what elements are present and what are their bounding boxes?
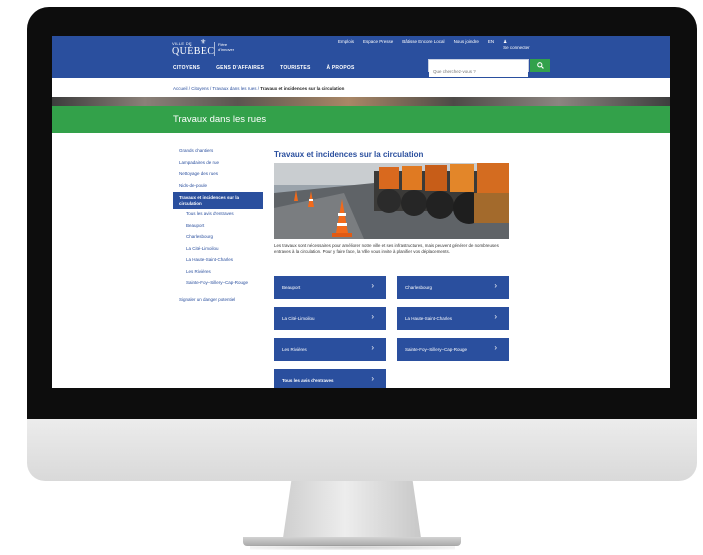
website-screen: VILLE DE ⚜ QUÉBEC Fière d'innover Emploi… <box>52 36 670 388</box>
logo-tagline-2: d'innover <box>218 47 235 52</box>
tile-label: La Cité-Limoilou <box>282 316 315 321</box>
link-se-connecter-label: Se connecter <box>503 45 530 50</box>
breadcrumb: Accueil / Citoyens / Travaux dans les ru… <box>173 86 344 91</box>
intro-text: Les travaux sont nécessaires pour amélio… <box>274 243 499 254</box>
tile-label: Beauport <box>282 285 301 290</box>
chevron-right-icon: › <box>371 374 374 383</box>
sidebar-item-cite-limoilou[interactable]: La Cité-Limoilou <box>173 244 263 256</box>
link-espace-presse[interactable]: Espace Presse <box>363 39 393 50</box>
search-icon <box>536 62 544 69</box>
tile-label: Charlesbourg <box>405 285 433 290</box>
link-se-connecter[interactable]: ♟ Se connecter <box>503 39 530 50</box>
chevron-right-icon: › <box>494 312 497 321</box>
main-navigation: CITOYENS GENS D'AFFAIRES TOURISTES À PRO… <box>173 65 355 71</box>
nav-citoyens[interactable]: CITOYENS <box>173 65 200 71</box>
chevron-right-icon: › <box>371 281 374 290</box>
tile-tous-avis[interactable]: Tous les avis d'entraves › <box>274 369 386 388</box>
tile-label: Tous les avis d'entraves <box>282 378 334 383</box>
sidebar-item-sainte-foy[interactable]: Sainte-Foy–Sillery–Cap-Rouge <box>173 278 263 295</box>
tile-les-rivieres[interactable]: Les Rivières › <box>274 338 386 361</box>
link-english[interactable]: EN <box>488 39 494 50</box>
search-button[interactable] <box>530 59 550 72</box>
nav-gens-affaires[interactable]: GENS D'AFFAIRES <box>216 65 264 71</box>
banner-photo-strip <box>52 97 670 106</box>
sidebar-item-lampadaires[interactable]: Lampadaires de rue <box>173 158 263 170</box>
monitor-stand-neck <box>283 481 421 538</box>
breadcrumb-current: Travaux et incidences sur la circulation <box>260 86 345 91</box>
logo-divider <box>214 42 215 56</box>
nav-touristes[interactable]: TOURISTES <box>280 65 310 71</box>
section-title: Travaux dans les rues <box>173 114 267 125</box>
link-batisse[interactable]: Bâtisse Encore Local <box>402 39 444 50</box>
chevron-right-icon: › <box>494 281 497 290</box>
chevron-right-icon: › <box>371 343 374 352</box>
fleur-de-lys-icon: ⚜ <box>200 39 207 46</box>
tile-label: Sainte-Foy–Sillery–Cap-Rouge <box>405 347 468 352</box>
search-box <box>428 59 529 77</box>
sidebar-item-charlesbourg[interactable]: Charlesbourg <box>173 232 263 244</box>
page-title: Travaux et incidences sur la circulation <box>274 150 424 159</box>
link-emplois[interactable]: Emplois <box>338 39 354 50</box>
site-header: VILLE DE ⚜ QUÉBEC Fière d'innover Emploi… <box>52 36 670 78</box>
tile-beauport[interactable]: Beauport › <box>274 276 386 299</box>
breadcrumb-path[interactable]: Accueil / Citoyens / Travaux dans les ru… <box>173 86 260 91</box>
link-nous-joindre[interactable]: Nous joindre <box>454 39 479 50</box>
tile-charlesbourg[interactable]: Charlesbourg › <box>397 276 509 299</box>
search-input[interactable] <box>429 66 528 77</box>
hero-image-road-works <box>274 163 509 239</box>
tile-sainte-foy[interactable]: Sainte-Foy–Sillery–Cap-Rouge › <box>397 338 509 361</box>
sidebar-item-nettoyage[interactable]: Nettoyage des rues <box>173 169 263 181</box>
monitor-chin <box>27 419 697 481</box>
chevron-right-icon: › <box>494 343 497 352</box>
sidebar-item-grands-chantiers[interactable]: Grands chantiers <box>173 146 263 158</box>
ville-de-quebec-logo[interactable]: VILLE DE ⚜ QUÉBEC Fière d'innover <box>172 39 242 61</box>
tile-cite-limoilou[interactable]: La Cité-Limoilou › <box>274 307 386 330</box>
tile-label: Les Rivières <box>282 347 307 352</box>
sidebar-item-signaler-danger[interactable]: Signaler un danger potentiel <box>173 295 263 307</box>
road-works-illustration <box>274 163 509 239</box>
sidebar-item-les-rivieres[interactable]: Les Rivières <box>173 267 263 279</box>
sidebar-item-beauport[interactable]: Beauport <box>173 221 263 233</box>
sidebar-item-nids-de-poule[interactable]: Nids-de-poule <box>173 181 263 193</box>
nav-a-propos[interactable]: À PROPOS <box>327 65 355 71</box>
tile-haute-saint-charles[interactable]: La Haute-Saint-Charles › <box>397 307 509 330</box>
logo-name: QUÉBEC <box>172 46 215 57</box>
tile-label: La Haute-Saint-Charles <box>405 316 453 321</box>
sidebar-item-travaux-circulation[interactable]: Travaux et incidences sur la circulation <box>173 192 263 209</box>
sidebar-item-haute-saint-charles[interactable]: La Haute-Saint-Charles <box>173 255 263 267</box>
section-banner: Travaux dans les rues <box>52 106 670 133</box>
chevron-right-icon: › <box>371 312 374 321</box>
logo-tagline: Fière d'innover <box>218 42 234 52</box>
sidebar-item-tous-avis[interactable]: Tous les avis d'entraves <box>173 209 263 221</box>
utility-links: Emplois Espace Presse Bâtisse Encore Loc… <box>338 39 530 50</box>
sidebar-nav: Grands chantiers Lampadaires de rue Nett… <box>173 146 263 307</box>
monitor-shadow <box>250 545 455 550</box>
